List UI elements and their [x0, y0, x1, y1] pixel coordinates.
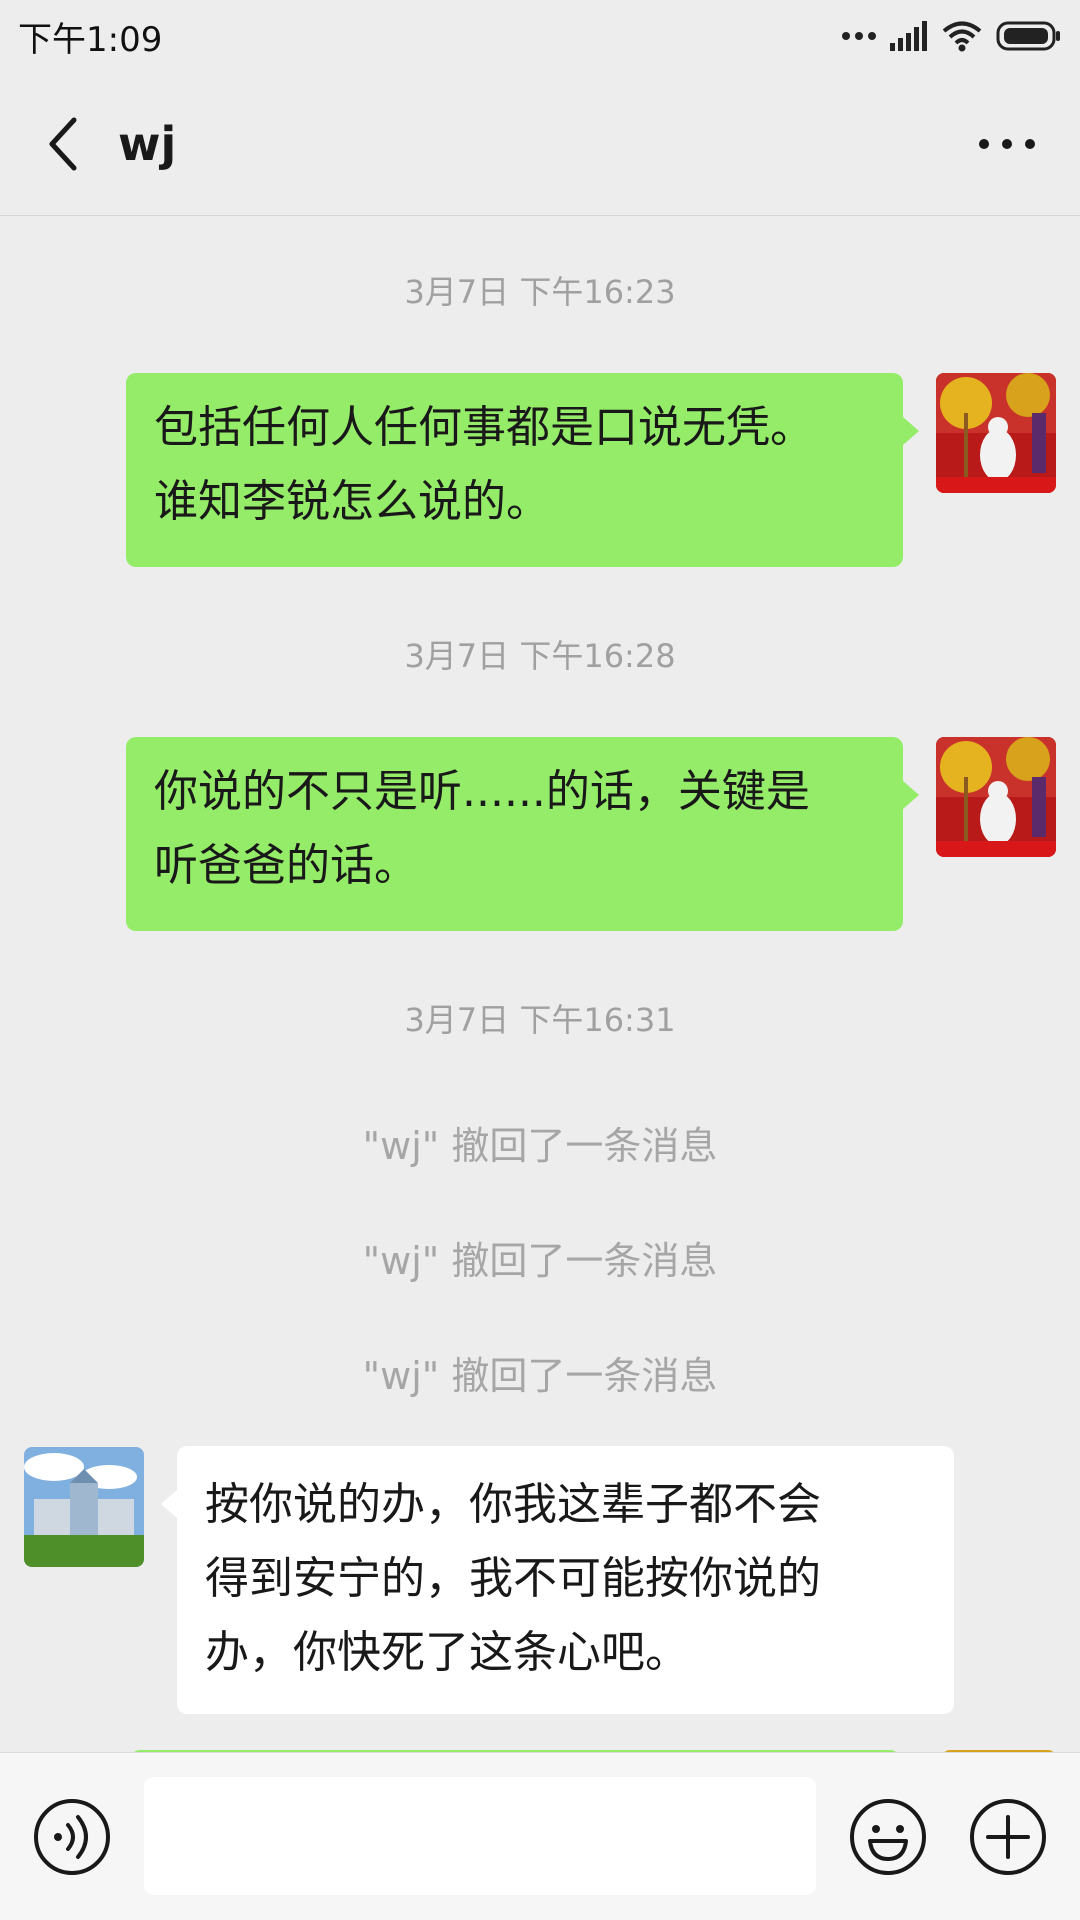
back-chevron-icon	[49, 117, 77, 170]
message-line: 包括任何人任何事都是口说无凭。	[154, 402, 814, 453]
wifi-icon	[942, 20, 982, 52]
my-avatar[interactable]	[936, 737, 1056, 857]
outgoing-message-bubble[interactable]: 你说的不只是听......的话，关键是 听爸爸的话。	[126, 737, 919, 931]
voice-icon	[34, 1799, 110, 1875]
message-line: 听爸爸的话。	[154, 840, 418, 891]
more-dots-icon	[842, 31, 876, 41]
incoming-message-bubble[interactable]: 按你说的办，你我这辈子都不会 得到安宁的，我不可能按你说的 办，你快死了这条心吧…	[161, 1446, 954, 1714]
recall-notice: "wj" 撤回了一条消息	[362, 1239, 718, 1283]
more-functions-button[interactable]	[968, 1797, 1048, 1877]
message-input[interactable]	[144, 1777, 816, 1895]
emoji-icon	[850, 1799, 926, 1875]
chat-header: wj	[0, 72, 1080, 216]
message-line: 谁知李锐怎么说的。	[154, 476, 550, 527]
message-line: 按你说的办，你我这辈子都不会	[205, 1479, 821, 1530]
more-button[interactable]	[962, 104, 1052, 184]
more-icon	[979, 138, 1035, 149]
contact-avatar[interactable]	[24, 1447, 144, 1567]
signal-icon	[890, 21, 928, 51]
message-timestamp: 3月7日 下午16:23	[404, 273, 676, 311]
message-line: 得到安宁的，我不可能按你说的	[205, 1553, 821, 1604]
message-line: 办，你快死了这条心吧。	[205, 1627, 689, 1678]
status-icons	[842, 20, 1062, 52]
message-line: 你说的不只是听......的话，关键是	[154, 766, 810, 817]
message-timestamp: 3月7日 下午16:31	[404, 1001, 676, 1039]
status-time: 下午1:09	[18, 19, 163, 60]
status-bar: 下午1:09	[0, 0, 1080, 72]
recall-notice: "wj" 撤回了一条消息	[362, 1124, 718, 1168]
message-list[interactable]: 3月7日 下午16:23 包括任何人任何事都是口说无凭。 谁知李锐怎么说的。 3…	[0, 217, 1080, 1752]
recall-notice: "wj" 撤回了一条消息	[362, 1354, 718, 1398]
battery-icon	[996, 21, 1062, 51]
emoji-button[interactable]	[848, 1797, 928, 1877]
outgoing-message-bubble[interactable]: 包括任何人任何事都是口说无凭。 谁知李锐怎么说的。	[126, 373, 919, 567]
chat-input-bar	[0, 1752, 1080, 1920]
chat-title: wj	[118, 116, 177, 171]
my-avatar[interactable]	[936, 373, 1056, 493]
plus-icon	[970, 1799, 1046, 1875]
voice-button[interactable]	[32, 1797, 112, 1877]
back-button[interactable]	[24, 104, 104, 184]
message-timestamp: 3月7日 下午16:28	[404, 637, 676, 675]
